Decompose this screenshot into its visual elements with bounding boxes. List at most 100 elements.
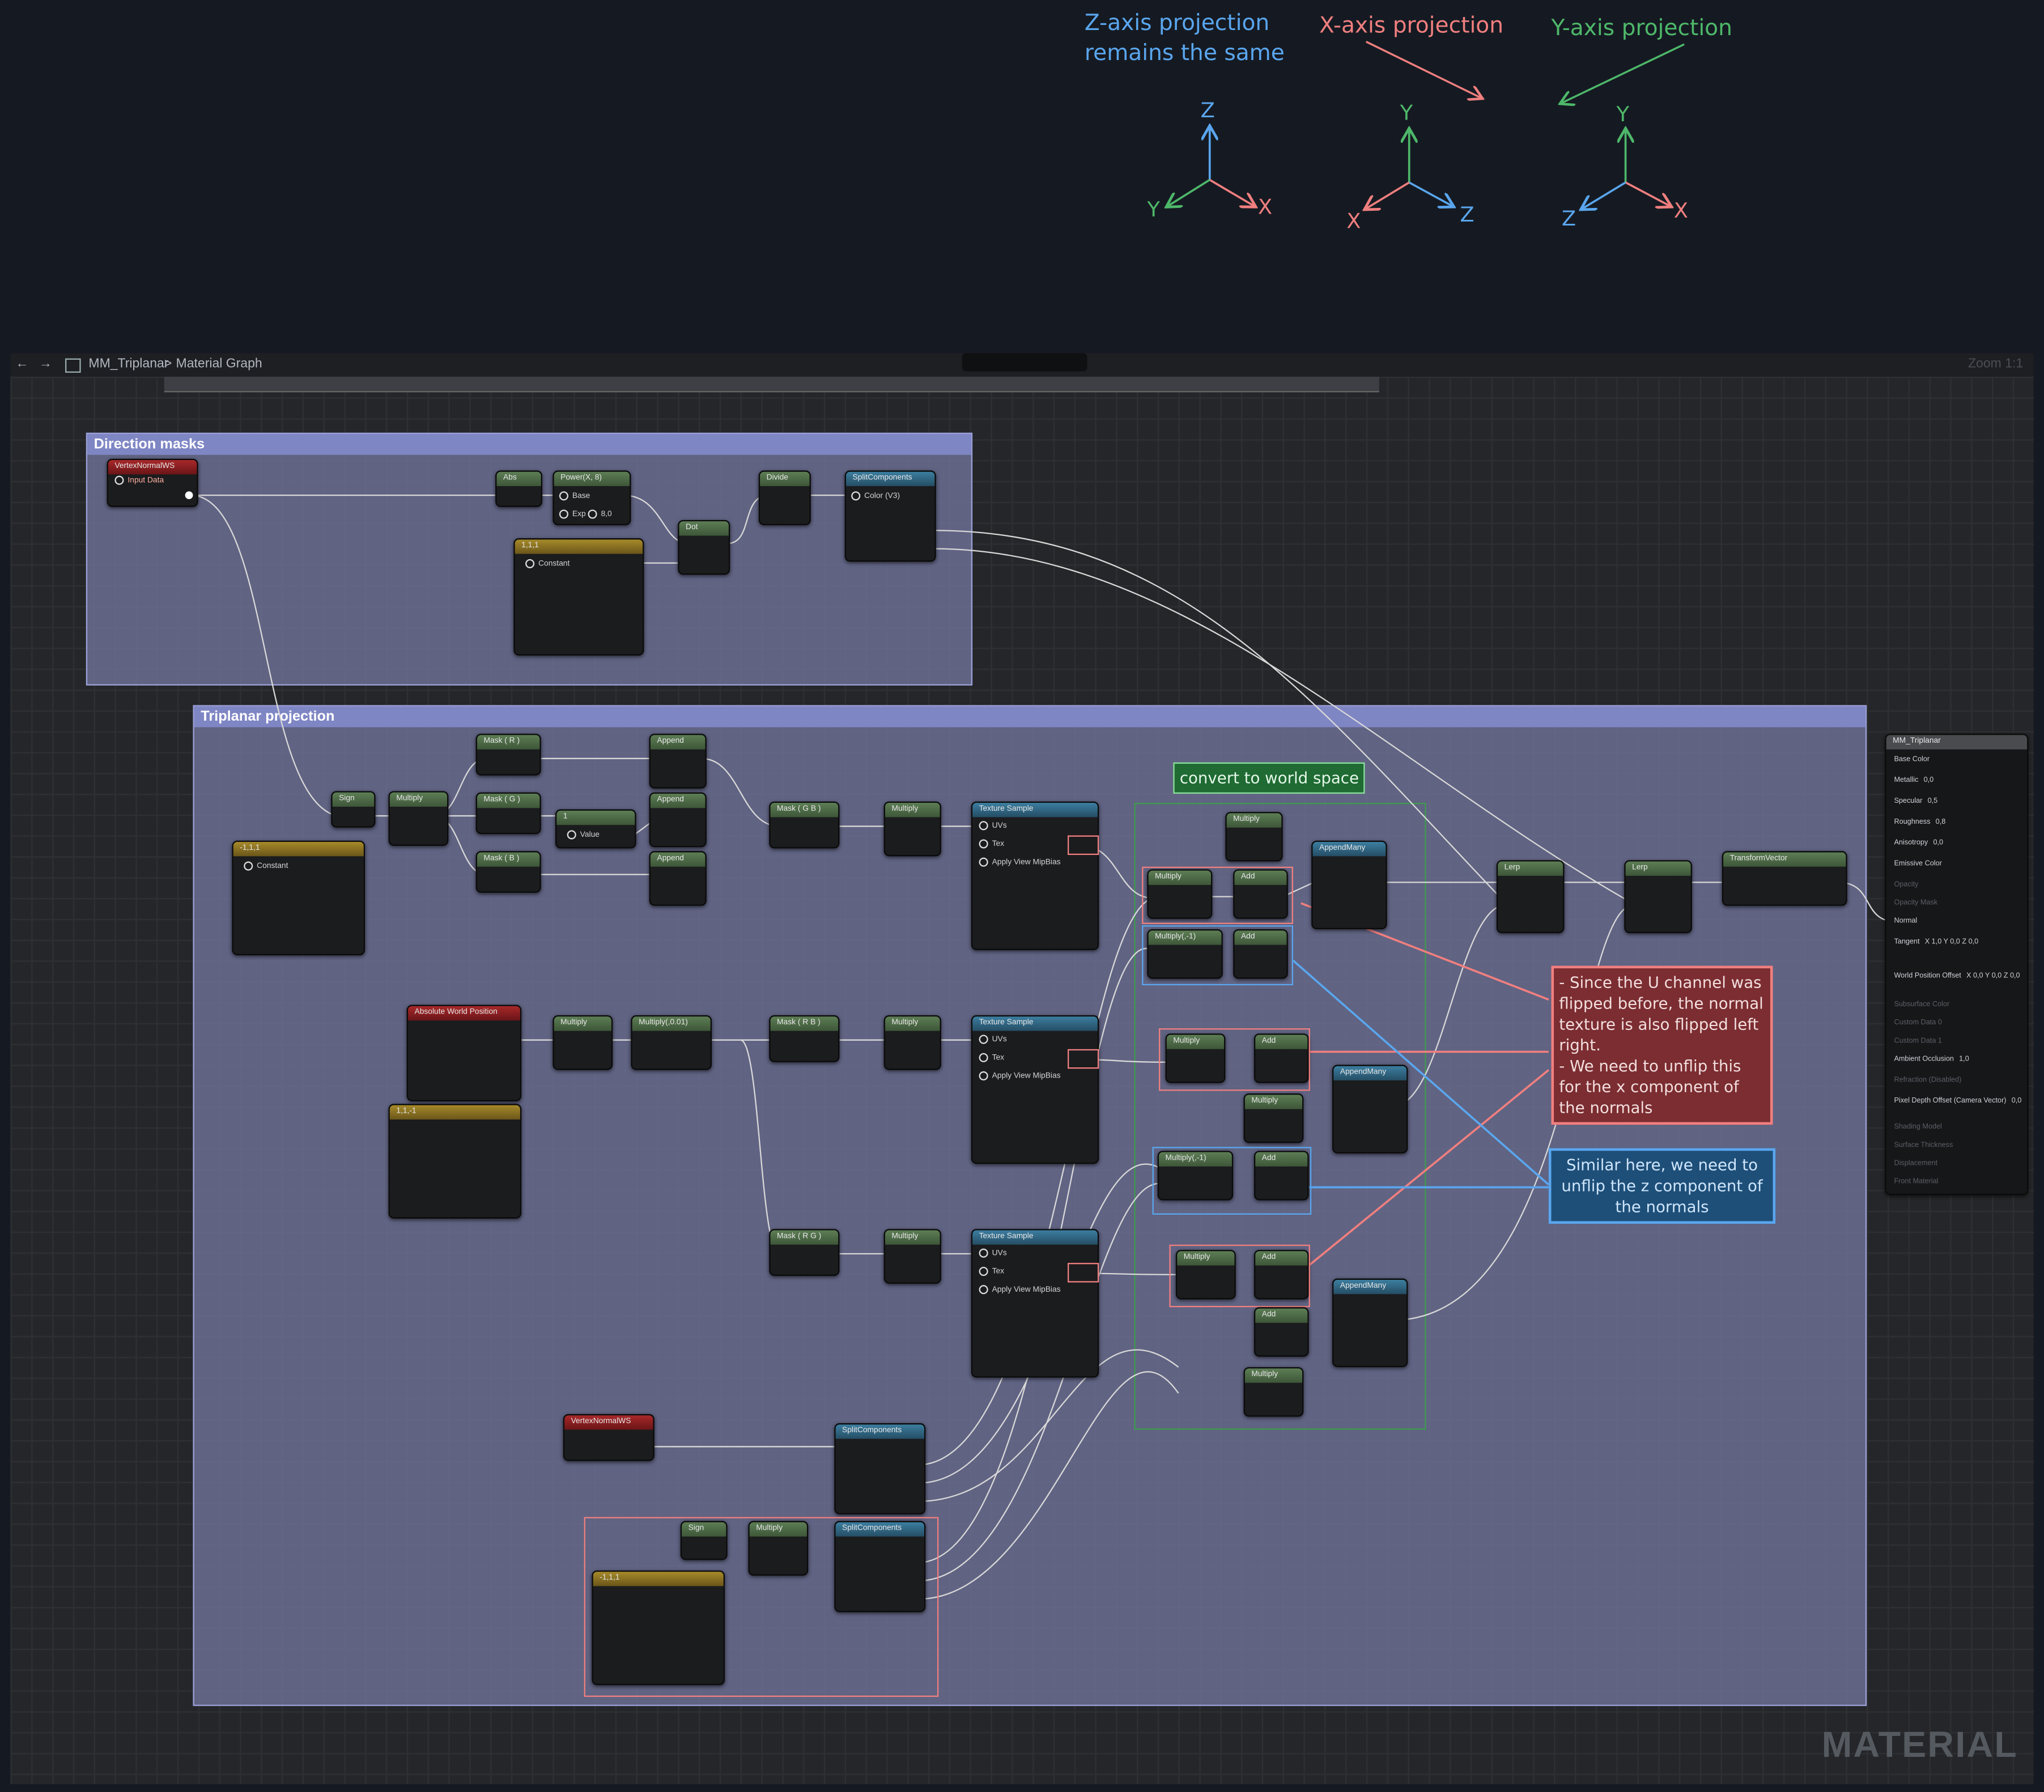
mipbias-pin[interactable]: Apply View MipBias: [979, 858, 1061, 867]
panel-row[interactable]: Anisotropy 0,0: [1894, 839, 1943, 847]
red-explanation-note[interactable]: - Since the U channel was flipped before…: [1551, 965, 1773, 1125]
append-many-node[interactable]: AppendMany: [1332, 1065, 1408, 1153]
panel-row[interactable]: Base Color: [1894, 756, 1935, 764]
multiply-node[interactable]: Multiply: [388, 791, 449, 846]
mask-g-node[interactable]: Mask ( G ): [475, 792, 541, 835]
vertex-normal-ws-node[interactable]: VertexNormalWS Input Data: [107, 458, 198, 507]
material-graph-canvas[interactable]: Direction masks Triplanar projection con…: [10, 376, 2034, 1785]
panel-row[interactable]: Custom Data 1: [1894, 1037, 1947, 1045]
panel-row[interactable]: Refraction (Disabled): [1894, 1076, 1966, 1084]
split-components-node-3[interactable]: SplitComponents: [834, 1521, 926, 1612]
mask-rb-node[interactable]: Mask ( R B ): [769, 1015, 840, 1062]
mask-b-node[interactable]: Mask ( B ): [475, 851, 541, 893]
mipbias-pin[interactable]: Apply View MipBias: [979, 1285, 1061, 1295]
color-pin[interactable]: Color (V3): [851, 491, 900, 501]
panel-row-value[interactable]: 0,5: [1928, 798, 1938, 806]
append-node-1[interactable]: Append: [649, 734, 707, 789]
mask-gb-node[interactable]: Mask ( G B ): [769, 801, 840, 849]
mipbias-pin[interactable]: Apply View MipBias: [979, 1071, 1061, 1080]
uvs-pin[interactable]: UVs: [979, 821, 1007, 831]
transform-vector-node[interactable]: TransformVector: [1722, 851, 1847, 906]
exp-value[interactable]: 8,0: [588, 509, 611, 519]
constant-1-node[interactable]: 1 Value: [555, 809, 636, 849]
breadcrumb-page[interactable]: Material Graph: [176, 357, 262, 371]
dot-node[interactable]: Dot: [678, 520, 730, 575]
panel-row[interactable]: Opacity Mask: [1894, 899, 1943, 907]
panel-row[interactable]: World Position Offset X 0,0 Y 0,0 Z 0,0: [1894, 972, 2020, 980]
panel-row[interactable]: Specular 0,5: [1894, 798, 1937, 806]
append-many-node[interactable]: AppendMany: [1332, 1278, 1408, 1368]
panel-row-value[interactable]: 0,0: [1924, 777, 1934, 785]
panel-row[interactable]: Ambient Occlusion 1,0: [1894, 1055, 1969, 1063]
panel-row[interactable]: Surface Thickness: [1894, 1142, 1958, 1150]
panel-row[interactable]: Front Material: [1894, 1178, 1943, 1186]
breadcrumb-asset[interactable]: MM_Triplanar: [88, 357, 168, 371]
forward-arrow-icon[interactable]: →: [39, 357, 52, 371]
texture-sample-x-node[interactable]: Texture Sample UVs Tex Apply View MipBia…: [971, 801, 1099, 950]
panel-row-value[interactable]: X 1,0 Y 0,0 Z 0,0: [1925, 938, 1978, 946]
multiply-world-node[interactable]: Multiply: [553, 1015, 613, 1070]
node-title: Texture Sample: [972, 1016, 1098, 1031]
panel-row[interactable]: Custom Data 0: [1894, 1019, 1947, 1027]
panel-row[interactable]: Pixel Depth Offset (Camera Vector) 0,0: [1894, 1097, 2021, 1105]
abs-node[interactable]: Abs: [495, 470, 542, 507]
panel-row[interactable]: Subsurface Color: [1894, 1001, 1954, 1009]
sign-node[interactable]: Sign: [331, 791, 376, 828]
material-output-panel[interactable]: MM_Triplanar Base Color Metallic 0,0 Specul…: [1885, 734, 2029, 1195]
panel-row[interactable]: Normal: [1894, 917, 1922, 925]
panel-row[interactable]: Opacity: [1894, 881, 1923, 889]
panel-row-value[interactable]: 0,0: [2012, 1097, 2022, 1105]
multiply-ws-node[interactable]: Multiply: [1243, 1093, 1304, 1143]
panel-row-value[interactable]: 0,0: [1933, 839, 1943, 847]
constant-111-node[interactable]: 1,1,1 Constant: [513, 538, 644, 656]
append-node-3[interactable]: Append: [649, 851, 707, 906]
multiply-x-node[interactable]: Multiply: [883, 801, 941, 857]
blue-explanation-note[interactable]: Similar here, we need to unflip the z co…: [1548, 1148, 1776, 1224]
multiply-y-node[interactable]: Multiply: [883, 1015, 941, 1070]
sign-node-2[interactable]: Sign: [680, 1521, 728, 1560]
output-pin[interactable]: [185, 491, 193, 500]
multiply-ws-node[interactable]: Multiply: [1225, 812, 1283, 862]
back-arrow-icon[interactable]: ←: [16, 357, 29, 371]
power-node[interactable]: Power(X, 8) Base Exp 8,0: [553, 470, 631, 526]
base-pin[interactable]: Base: [559, 491, 590, 501]
panel-row-value[interactable]: 1,0: [1959, 1055, 1969, 1063]
exp-pin[interactable]: Exp: [559, 509, 586, 519]
split-components-node-2[interactable]: SplitComponents: [834, 1423, 926, 1515]
texture-sample-z-node[interactable]: Texture Sample UVs Tex Apply View MipBia…: [971, 1229, 1099, 1378]
graph-hierarchy-icon[interactable]: [65, 358, 81, 373]
append-node-2[interactable]: Append: [649, 792, 707, 848]
panel-row[interactable]: Emissive Color: [1894, 860, 1947, 868]
lerp-node-2[interactable]: Lerp: [1624, 860, 1692, 934]
constant-neg111-node-2[interactable]: -1,1,1: [592, 1570, 725, 1685]
vertex-normal-ws-node-2[interactable]: VertexNormalWS: [563, 1414, 655, 1461]
panel-row[interactable]: Roughness 0,8: [1894, 819, 1945, 827]
tex-pin[interactable]: Tex: [979, 1267, 1004, 1276]
constant-neg111-node[interactable]: -1,1,1 Constant: [232, 840, 366, 956]
append-many-node[interactable]: AppendMany: [1311, 840, 1387, 930]
absolute-world-position-node[interactable]: Absolute World Position: [406, 1004, 522, 1101]
uvs-pin[interactable]: UVs: [979, 1249, 1007, 1258]
multiply-ws-node[interactable]: Multiply: [1243, 1367, 1304, 1417]
tex-pin[interactable]: Tex: [979, 839, 1004, 849]
multiply-z-node[interactable]: Multiply: [883, 1229, 941, 1284]
graph-dropdown[interactable]: [962, 353, 1087, 372]
tex-pin[interactable]: Tex: [979, 1053, 1004, 1062]
multiply-001-node[interactable]: Multiply(,0.01): [631, 1015, 712, 1070]
panel-row[interactable]: Tangent X 1,0 Y 0,0 Z 0,0: [1894, 938, 1978, 946]
mask-rg-node[interactable]: Mask ( R G ): [769, 1229, 840, 1276]
add-ws-node[interactable]: Add: [1253, 1307, 1309, 1357]
uvs-pin[interactable]: UVs: [979, 1035, 1007, 1044]
panel-row[interactable]: Displacement: [1894, 1160, 1943, 1168]
panel-row-value[interactable]: X 0,0 Y 0,0 Z 0,0: [1966, 972, 2020, 980]
panel-row[interactable]: Shading Model: [1894, 1123, 1947, 1131]
mask-r-node[interactable]: Mask ( R ): [475, 734, 541, 776]
lerp-node-1[interactable]: Lerp: [1496, 860, 1565, 934]
multiply-node-2[interactable]: Multiply: [748, 1521, 809, 1576]
constant-11neg1-node[interactable]: 1,1,-1: [388, 1104, 522, 1219]
divide-node[interactable]: Divide: [758, 470, 811, 526]
panel-row-value[interactable]: 0,8: [1936, 819, 1946, 827]
panel-row[interactable]: Metallic 0,0: [1894, 777, 1933, 785]
split-components-node[interactable]: SplitComponents Color (V3): [844, 470, 936, 562]
texture-sample-y-node[interactable]: Texture Sample UVs Tex Apply View MipBia…: [971, 1015, 1099, 1164]
